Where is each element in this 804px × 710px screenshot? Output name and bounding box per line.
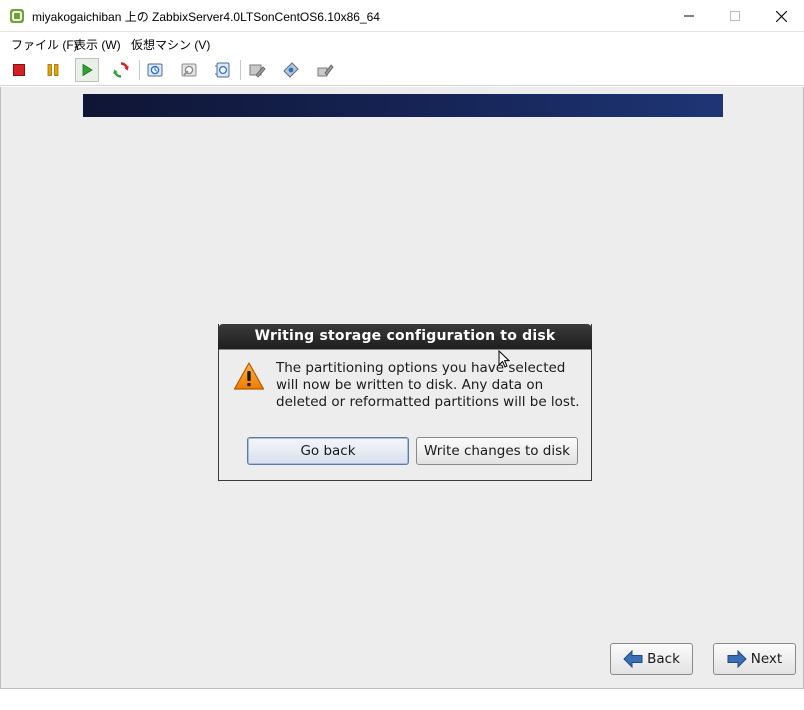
dialog-title: Writing storage configuration to disk <box>218 324 592 349</box>
network-icon <box>317 64 334 77</box>
arrow-right-icon <box>727 650 747 668</box>
next-button-label: Next <box>750 651 783 667</box>
take-snapshot-button[interactable] <box>143 58 167 82</box>
snapshot-manager-icon <box>215 62 230 78</box>
maximize-icon <box>730 11 740 21</box>
menu-vm[interactable]: 仮想マシン (V) <box>131 36 210 53</box>
maximize-button[interactable] <box>712 0 758 32</box>
storage-write-dialog: Writing storage configuration to disk Th… <box>218 324 592 481</box>
power-on-button[interactable] <box>75 58 99 82</box>
pause-icon <box>47 64 59 76</box>
vm-console[interactable]: Writing storage configuration to disk Th… <box>0 87 804 688</box>
suspend-button[interactable] <box>41 58 65 82</box>
play-icon <box>82 63 93 77</box>
minimize-icon <box>684 15 694 17</box>
window-title: miyakogaichiban 上の ZabbixServer4.0LTSonC… <box>32 10 380 24</box>
toolbar <box>0 54 804 86</box>
status-bar <box>0 688 804 710</box>
network-button[interactable] <box>313 58 337 82</box>
cd-dvd-icon <box>283 62 299 78</box>
go-back-button[interactable]: Go back <box>247 437 409 465</box>
edit-settings-icon <box>249 64 266 78</box>
write-changes-button[interactable]: Write changes to disk <box>416 437 578 465</box>
menu-view[interactable]: 表示 (W) <box>74 36 121 53</box>
vmware-app-icon <box>10 9 24 23</box>
next-button[interactable]: Next <box>713 643 796 675</box>
edit-settings-button[interactable] <box>245 58 269 82</box>
menu-bar: ファイル (F) 表示 (W) 仮想マシン (V) <box>0 32 804 54</box>
toolbar-separator <box>139 60 140 80</box>
dialog-title-divider <box>219 349 591 350</box>
reset-button[interactable] <box>109 58 133 82</box>
snapshot-manager-button[interactable] <box>211 58 235 82</box>
close-button[interactable] <box>758 0 804 32</box>
minimize-button[interactable] <box>666 0 712 32</box>
toolbar-separator <box>240 60 241 80</box>
arrow-left-icon <box>623 650 643 668</box>
installer-banner <box>83 94 723 117</box>
cd-dvd-button[interactable] <box>279 58 303 82</box>
power-off-button[interactable] <box>7 58 31 82</box>
back-button[interactable]: Back <box>610 643 693 675</box>
stop-icon <box>13 64 25 76</box>
reset-icon <box>113 62 129 78</box>
warning-icon <box>233 362 265 390</box>
close-icon <box>775 10 787 22</box>
snapshot-take-icon <box>147 63 163 77</box>
snapshot-revert-icon <box>181 63 197 77</box>
dialog-message: The partitioning options you have select… <box>276 360 580 410</box>
mouse-cursor-icon <box>498 350 510 368</box>
revert-snapshot-button[interactable] <box>177 58 201 82</box>
back-button-label: Back <box>647 651 680 667</box>
window-titlebar: miyakogaichiban 上の ZabbixServer4.0LTSonC… <box>0 0 804 32</box>
menu-file[interactable]: ファイル (F) <box>11 36 78 53</box>
